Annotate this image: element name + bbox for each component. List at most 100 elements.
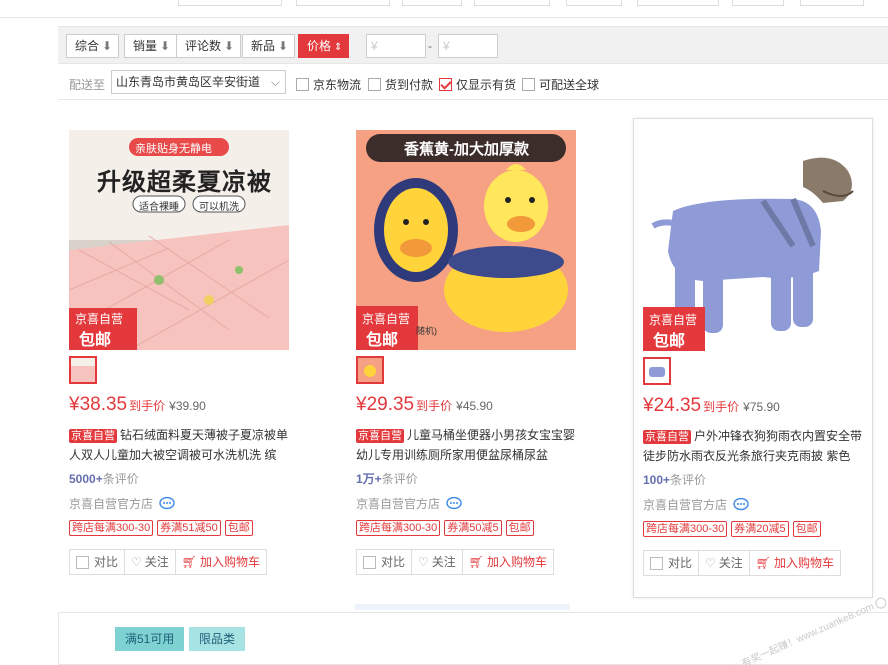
- sort-bar: 综合 ⬇ 销量 ⬇ 评论数 ⬇ 新品 ⬇ 价格 ⇕ ¥ - ¥: [58, 26, 888, 64]
- compare-label: 对比: [668, 556, 693, 570]
- checkbox[interactable]: [76, 555, 89, 569]
- product-image-potty[interactable]: 香蕉黄-加大加厚款 随机) 京喜自营 包邮: [356, 130, 576, 350]
- card-actions: 对比 ♡ 关注 🛒︎ 加入购物车: [69, 549, 268, 575]
- review-suffix: 条评价: [381, 472, 418, 486]
- filter-label: 货到付款: [385, 78, 434, 92]
- filter-chip[interactable]: [402, 0, 462, 6]
- filter-chip[interactable]: [296, 0, 390, 6]
- add-to-cart-button[interactable]: 🛒︎ 加入购物车: [463, 550, 553, 574]
- follow-label: 关注: [144, 555, 169, 569]
- location-select[interactable]: 山东青岛市黄岛区辛安街道 ⌵: [111, 70, 286, 94]
- image-banner: 亲肤贴身无静电: [135, 143, 212, 155]
- checkbox[interactable]: [522, 78, 535, 91]
- free-shipping-ribbon: 包邮: [366, 332, 399, 349]
- review-count[interactable]: 100+条评价: [643, 471, 706, 488]
- filter-chip[interactable]: [732, 0, 784, 6]
- compare-button[interactable]: 对比: [644, 551, 700, 575]
- review-number[interactable]: 100+: [643, 473, 670, 487]
- follow-button[interactable]: ♡ 关注: [699, 551, 750, 575]
- heart-icon: ♡: [131, 555, 142, 569]
- product-card[interactable]: 香蕉黄-加大加厚款 随机) 京喜自营 包邮 ¥29.35 到手价 ¥45.90 京喜…: [346, 118, 586, 598]
- checkbox[interactable]: [296, 78, 309, 91]
- review-count[interactable]: 1万+条评价: [356, 470, 418, 487]
- filter-label: 仅显示有货: [456, 78, 517, 92]
- sort-label: 销量: [133, 39, 158, 53]
- price-max-input[interactable]: ¥: [438, 34, 498, 58]
- filter-jd-logistics[interactable]: 京东物流: [296, 76, 361, 93]
- promo-tag: 包邮: [792, 521, 821, 537]
- promo-tag: 券满20减5: [731, 521, 789, 537]
- card-actions: 对比 ♡ 关注 🛒︎ 加入购物车: [643, 550, 842, 576]
- image-banner: 香蕉黄-加大加厚款: [404, 141, 529, 158]
- product-thumbnail[interactable]: [69, 356, 97, 384]
- add-to-cart-button[interactable]: 🛒︎ 加入购物车: [176, 550, 266, 574]
- filter-in-stock[interactable]: 仅显示有货: [439, 76, 516, 93]
- filter-global[interactable]: 可配送全球: [522, 76, 599, 93]
- image-tag: 适合裸睡: [139, 202, 179, 213]
- checkbox-checked[interactable]: [439, 78, 452, 91]
- price-tag: 到手价: [129, 399, 166, 413]
- follow-label: 关注: [718, 556, 743, 570]
- compare-button[interactable]: 对比: [70, 550, 126, 574]
- product-thumbnail[interactable]: [356, 356, 384, 384]
- filter-chip[interactable]: [637, 0, 719, 6]
- watermark-logo-icon: [873, 595, 888, 611]
- review-count[interactable]: 5000+条评价: [69, 470, 139, 487]
- product-title[interactable]: 京喜自营 儿童马桶坐便器小男孩女宝宝婴幼儿专用训练厕所家用便盆尿桶尿盆: [356, 426, 576, 462]
- sort-sales-button[interactable]: 销量 ⬇: [124, 34, 178, 58]
- product-image-quilt[interactable]: 亲肤贴身无静电 升级超柔夏凉被 适合裸睡 可以机洗 京喜自营 包邮: [69, 130, 289, 350]
- next-row-hint: [355, 604, 570, 610]
- coupon-category[interactable]: 限品类: [189, 627, 246, 651]
- chevron-down-icon: ⌵: [270, 75, 280, 89]
- shop-row: 京喜自营官方店: [69, 495, 175, 512]
- filter-chip[interactable]: [800, 0, 864, 6]
- shop-name[interactable]: 京喜自营官方店: [356, 495, 440, 512]
- price-separator: -: [428, 39, 432, 53]
- review-number[interactable]: 1万+: [356, 472, 382, 486]
- price: ¥29.35: [356, 394, 415, 415]
- coupon-threshold[interactable]: 满51可用: [115, 627, 185, 651]
- add-to-cart-button[interactable]: 🛒︎ 加入购物车: [750, 551, 840, 575]
- price-min-input[interactable]: ¥: [366, 34, 426, 58]
- shop-name[interactable]: 京喜自营官方店: [69, 495, 153, 512]
- chat-icon[interactable]: [733, 497, 749, 512]
- checkbox[interactable]: [368, 78, 381, 91]
- follow-label: 关注: [431, 555, 456, 569]
- filter-chip[interactable]: [178, 0, 282, 6]
- follow-button[interactable]: ♡ 关注: [412, 550, 463, 574]
- compare-button[interactable]: 对比: [357, 550, 413, 574]
- free-shipping-ribbon: 包邮: [653, 333, 686, 350]
- product-title[interactable]: 京喜自营 户外冲锋衣狗狗雨衣内置安全带徒步防水雨衣反光条旅行夹克雨披 紫色: [643, 427, 863, 463]
- image-headline: 升级超柔夏凉被: [97, 169, 272, 196]
- promo-tag: 券满50减5: [444, 520, 502, 536]
- chat-icon[interactable]: [159, 496, 175, 511]
- image-tag: 可以机洗: [199, 202, 239, 213]
- sort-price-button[interactable]: 价格 ⇕: [298, 34, 350, 58]
- sort-new-button[interactable]: 新品 ⬇: [242, 34, 296, 58]
- cart-icon: 🛒︎: [181, 555, 198, 569]
- filter-label: 京东物流: [313, 78, 362, 92]
- self-operated-badge: 京喜自营: [69, 429, 117, 443]
- review-number[interactable]: 5000+: [69, 472, 103, 486]
- promo-tags: 跨店每满300-30 券满51减50 包邮: [69, 520, 253, 536]
- shop-name[interactable]: 京喜自营官方店: [643, 496, 727, 513]
- product-card[interactable]: 京喜自营 包邮 ¥24.35 到手价 ¥75.90 京喜自营 户外冲锋衣狗狗雨衣内置安…: [633, 118, 873, 598]
- filter-cod[interactable]: 货到付款: [368, 76, 433, 93]
- card-actions: 对比 ♡ 关注 🛒︎ 加入购物车: [356, 549, 555, 575]
- filter-chip[interactable]: [474, 0, 550, 6]
- follow-button[interactable]: ♡ 关注: [125, 550, 176, 574]
- product-image-dog-raincoat[interactable]: 京喜自营 包邮: [643, 131, 863, 351]
- product-title[interactable]: 京喜自营 钻石绒面料夏天薄被子夏凉被单人双人儿童加大被空调被可水洗机洗 缤: [69, 426, 289, 462]
- heart-icon: ♡: [705, 556, 716, 570]
- product-thumbnail[interactable]: [643, 357, 671, 385]
- sort-reviews-button[interactable]: 评论数 ⬇: [176, 34, 242, 58]
- self-operated-badge: 京喜自营: [643, 430, 691, 444]
- review-suffix: 条评价: [670, 473, 707, 487]
- checkbox[interactable]: [363, 555, 376, 569]
- sort-comprehensive-button[interactable]: 综合 ⬇: [66, 34, 120, 58]
- filter-chip[interactable]: [566, 0, 622, 6]
- checkbox[interactable]: [650, 556, 663, 570]
- image-tag: 随机): [416, 326, 437, 336]
- chat-icon[interactable]: [446, 496, 462, 511]
- product-card[interactable]: 亲肤贴身无静电 升级超柔夏凉被 适合裸睡 可以机洗 京喜自营 包邮 ¥38.35…: [59, 118, 299, 598]
